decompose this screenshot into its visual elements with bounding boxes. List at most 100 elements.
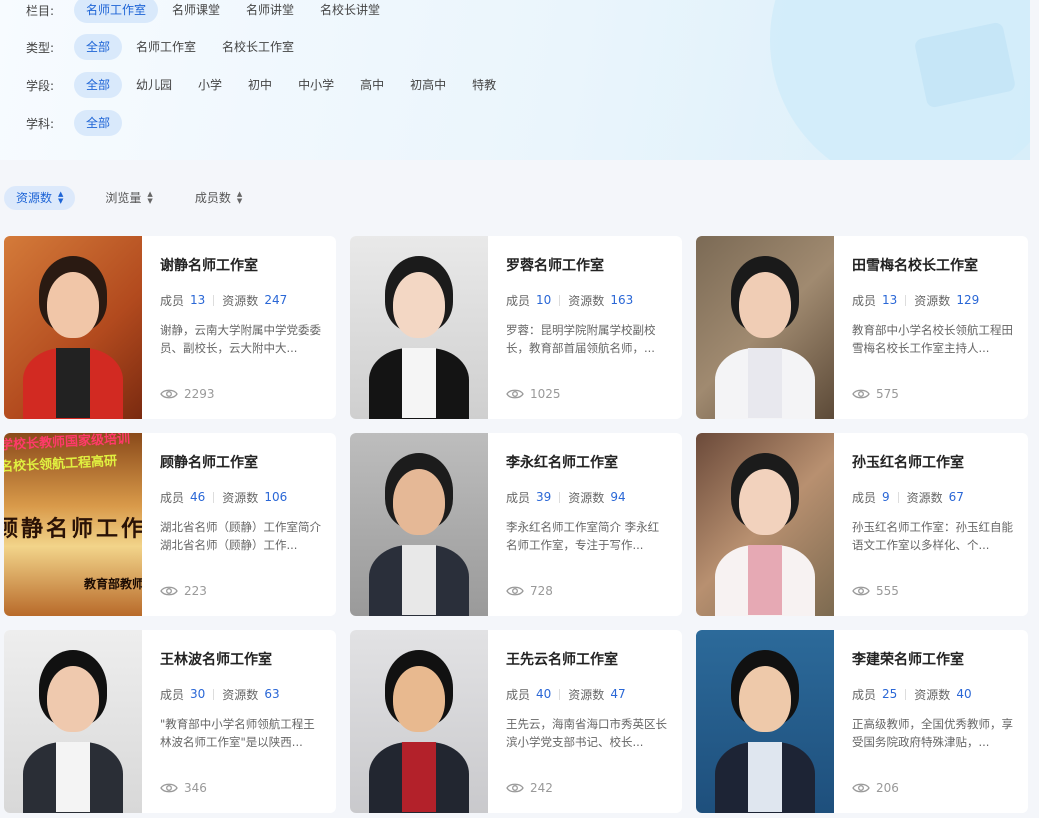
studio-photo[interactable] (350, 630, 488, 813)
studio-title[interactable]: 王先云名师工作室 (506, 650, 668, 670)
stats-divider (897, 491, 899, 503)
stats-divider (559, 688, 561, 700)
eye-icon (160, 389, 178, 399)
studio-card[interactable]: 罗蓉名师工作室 成员 10 资源数 163 罗蓉：昆明学院附属学校副校长，教育部首届领航名… (350, 236, 682, 419)
views-number: 555 (876, 584, 899, 598)
studio-info: 孙玉红名师工作室 成员 9 资源数 67 孙玉红名师工作室：孙玉红自能语文工作室以多样化、… (834, 433, 1028, 616)
resources-count: 94 (610, 490, 626, 504)
studio-title[interactable]: 谢静名师工作室 (160, 256, 322, 276)
studio-title[interactable]: 孙玉红名师工作室 (852, 453, 1014, 473)
portrait-face (739, 469, 791, 535)
eye-icon (852, 586, 870, 596)
studio-description: 罗蓉：昆明学院附属学校副校长，教育部首届领航名师，... (506, 323, 656, 355)
portrait-collar (56, 742, 90, 812)
studio-description: 孙玉红名师工作室：孙玉红自能语文工作室以多样化、个... (852, 520, 1013, 552)
members-label: 成员 (160, 293, 185, 308)
studio-photo[interactable] (350, 236, 488, 419)
members-label: 成员 (160, 687, 185, 702)
portrait-face (47, 272, 99, 338)
studio-info: 王林波名师工作室 成员 30 资源数 63 "教育部中小学名师领航工程王林波名师工作室"是… (142, 630, 336, 813)
studio-card[interactable]: 孙玉红名师工作室 成员 9 资源数 67 孙玉红名师工作室：孙玉红自能语文工作室以多样化、… (696, 433, 1028, 616)
views-number: 1025 (530, 387, 561, 401)
resources-count: 40 (956, 687, 972, 701)
filter-option[interactable]: 名师工作室 (124, 34, 208, 60)
members-label: 成员 (160, 490, 185, 505)
studio-stats: 成员 13 资源数 247 (160, 292, 322, 308)
sort-button[interactable]: 成员数 ▲ ▼ (183, 186, 254, 210)
eye-icon (852, 783, 870, 793)
studio-photo[interactable] (4, 236, 142, 419)
filter-option[interactable]: 名师讲堂 (234, 0, 306, 23)
studio-description: 正高级教师，全国优秀教师，享受国务院政府特殊津贴，... (852, 717, 1013, 749)
eye-icon (506, 586, 524, 596)
studio-stats: 成员 30 资源数 63 (160, 686, 322, 702)
studio-title[interactable]: 罗蓉名师工作室 (506, 256, 668, 276)
filter-option[interactable]: 名师工作室 (74, 0, 159, 23)
studio-info: 罗蓉名师工作室 成员 10 资源数 163 罗蓉：昆明学院附属学校副校长，教育部首届领航名… (488, 236, 682, 419)
studio-stats: 成员 39 资源数 94 (506, 489, 668, 505)
sort-arrows-icon: ▲ ▼ (147, 190, 153, 205)
studio-photo[interactable] (4, 630, 142, 813)
studio-photo[interactable] (696, 236, 834, 419)
resources-label: 资源数 (568, 293, 605, 308)
stats-divider (213, 294, 215, 306)
portrait-face (393, 272, 445, 338)
views-number: 242 (530, 781, 553, 795)
studio-description: 谢静，云南大学附属中学党委委员、副校长，云大附中大... (160, 323, 321, 355)
resources-label: 资源数 (914, 293, 951, 308)
view-count: 728 (506, 584, 553, 598)
filter-option[interactable]: 高中 (348, 72, 396, 98)
filter-option[interactable]: 幼儿园 (124, 72, 184, 98)
portrait-collar (748, 348, 782, 418)
portrait-face (47, 666, 99, 732)
filter-label: 类型: (26, 40, 55, 55)
filter-option[interactable]: 名师课堂 (160, 0, 232, 23)
views-number: 223 (184, 584, 207, 598)
filter-option[interactable]: 全部 (74, 72, 123, 98)
studio-photo[interactable] (350, 433, 488, 616)
filter-option[interactable]: 名校长讲堂 (308, 0, 392, 23)
eye-icon (160, 586, 178, 596)
studio-title[interactable]: 田雪梅名校长工作室 (852, 256, 1014, 276)
filter-option[interactable]: 名校长工作室 (210, 34, 306, 60)
studio-title[interactable]: 王林波名师工作室 (160, 650, 322, 670)
members-count: 13 (190, 293, 206, 307)
studio-photo[interactable] (696, 630, 834, 813)
resources-label: 资源数 (222, 293, 259, 308)
members-count: 9 (882, 490, 890, 504)
sort-button[interactable]: 浏览量 ▲ ▼ (93, 186, 164, 210)
filter-option[interactable]: 全部 (74, 110, 123, 136)
studio-title[interactable]: 李建荣名师工作室 (852, 650, 1014, 670)
studio-card[interactable]: 李建荣名师工作室 成员 25 资源数 40 正高级教师，全国优秀教师，享受国务院政府特殊津… (696, 630, 1028, 813)
studio-title[interactable]: 顾静名师工作室 (160, 453, 322, 473)
filter-option[interactable]: 中小学 (286, 72, 346, 98)
studio-card[interactable]: 学校长教师国家级培训名校长领航工程高研顾静名师工作室教育部教师顾静名师工作室成员… (4, 433, 336, 616)
view-count: 223 (160, 584, 207, 598)
studio-card[interactable]: 王林波名师工作室 成员 30 资源数 63 "教育部中小学名师领航工程王林波名师工作室"是… (4, 630, 336, 813)
filter-option[interactable]: 特教 (460, 72, 508, 98)
view-count: 242 (506, 781, 553, 795)
members-count: 25 (882, 687, 898, 701)
sort-button[interactable]: 资源数 ▲ ▼ (4, 186, 76, 210)
studio-card[interactable]: 李永红名师工作室 成员 39 资源数 94 李永红名师工作室简介 李永红名师工作室，专注于… (350, 433, 682, 616)
studio-card[interactable]: 田雪梅名校长工作室 成员 13 资源数 129 教育部中小学名校长领航工程田雪梅名校长工作… (696, 236, 1028, 419)
studio-card[interactable]: 王先云名师工作室 成员 40 资源数 47 王先云，海南省海口市秀英区长滨小学党支部书记、… (350, 630, 682, 813)
resources-label: 资源数 (222, 490, 259, 505)
view-count: 346 (160, 781, 207, 795)
filter-option[interactable]: 初高中 (398, 72, 458, 98)
studio-stats: 成员 40 资源数 47 (506, 686, 668, 702)
studio-info: 李建荣名师工作室 成员 25 资源数 40 正高级教师，全国优秀教师，享受国务院政府特殊津… (834, 630, 1028, 813)
studio-card[interactable]: 谢静名师工作室 成员 13 资源数 247 谢静，云南大学附属中学党委委员、副校长，云大附… (4, 236, 336, 419)
filter-option[interactable]: 初中 (236, 72, 284, 98)
views-number: 346 (184, 781, 207, 795)
studio-title[interactable]: 李永红名师工作室 (506, 453, 668, 473)
filter-option[interactable]: 小学 (186, 72, 234, 98)
studio-photo[interactable] (696, 433, 834, 616)
view-count: 2293 (160, 387, 215, 401)
filter-option[interactable]: 全部 (74, 34, 123, 60)
members-label: 成员 (852, 490, 877, 505)
studio-photo[interactable]: 学校长教师国家级培训名校长领航工程高研顾静名师工作室教育部教师 (4, 433, 142, 616)
eye-icon (160, 783, 178, 793)
stats-divider (559, 294, 561, 306)
stats-divider (213, 491, 215, 503)
